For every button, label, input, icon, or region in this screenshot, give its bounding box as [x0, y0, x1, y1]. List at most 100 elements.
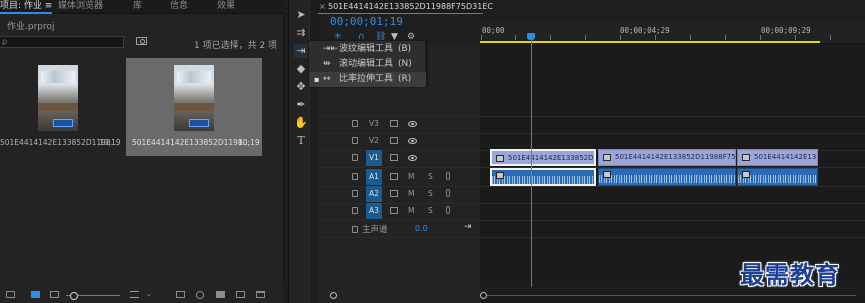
search-input[interactable]: ρ	[0, 36, 124, 48]
ripple-edit-icon: ⇥⇤	[323, 44, 339, 54]
track-name[interactable]: V3	[366, 116, 382, 132]
tab-libraries[interactable]: 库	[133, 0, 142, 14]
sequence-name: 501E4414142E133852D11988F75D31EC	[328, 2, 493, 11]
lock-icon[interactable]	[352, 190, 358, 197]
lock-icon[interactable]	[352, 173, 358, 180]
sync-lock-icon[interactable]	[390, 154, 398, 161]
menu-item-shortcut: (R)	[398, 74, 412, 84]
icon-view-icon[interactable]	[50, 291, 59, 298]
master-track-label: 主声道	[362, 225, 388, 235]
tab-media-browser[interactable]: 媒体浏览器	[58, 0, 103, 14]
track-v2: V2	[318, 133, 480, 150]
track-name[interactable]: V2	[366, 133, 382, 149]
tab-project[interactable]: 项目: 作业 ≡	[0, 0, 53, 14]
eye-icon[interactable]	[408, 138, 417, 144]
track-select-tool-icon[interactable]: ⇉	[294, 26, 308, 40]
lock-icon[interactable]	[352, 226, 358, 233]
sync-lock-icon[interactable]	[390, 173, 398, 180]
ripple-edit-tool-icon[interactable]: ⇥	[294, 44, 308, 58]
fx-badge-icon	[603, 171, 611, 178]
solo-button[interactable]: S	[428, 172, 433, 181]
microphone-icon[interactable]	[446, 206, 450, 214]
project-item-duration: 10;19	[238, 138, 260, 147]
track-v1: V1	[318, 150, 480, 167]
lock-icon[interactable]	[6, 291, 15, 298]
audio-waveform	[492, 176, 594, 184]
lock-icon[interactable]	[352, 207, 358, 214]
time-ruler[interactable]: 00;00 00;00;04;29 00;00;09;29	[480, 22, 865, 44]
playhead-line[interactable]	[531, 36, 532, 287]
menu-item-rate-stretch-tool[interactable]: ▪ ↔ 比率拉伸工具 (R)	[309, 72, 426, 87]
mute-button[interactable]: M	[408, 206, 414, 215]
sort-icon[interactable]	[130, 291, 139, 298]
zoom-slider[interactable]	[66, 292, 120, 300]
solo-button[interactable]: S	[428, 189, 433, 198]
chevron-down-icon[interactable]: ⌄	[146, 290, 152, 298]
sync-lock-icon[interactable]	[390, 207, 398, 214]
sync-lock-icon[interactable]	[390, 190, 398, 197]
video-clip[interactable]: 501E4414142E133852D11988	[490, 149, 596, 166]
tab-info[interactable]: 信息	[170, 0, 188, 14]
mute-button[interactable]: M	[408, 172, 414, 181]
sync-lock-icon[interactable]	[390, 120, 398, 127]
project-item[interactable]: 501E4414142E133852D1198... 10;19	[0, 58, 121, 156]
project-item-name: 501E4414142E133852D1198...	[132, 138, 250, 147]
audio-clip[interactable]	[490, 168, 596, 186]
video-clip[interactable]: 501E4414142E133852	[737, 149, 818, 166]
scroll-handle[interactable]	[330, 292, 337, 299]
track-name[interactable]: V1	[366, 150, 382, 166]
master-volume-value[interactable]: 0.0	[415, 224, 428, 233]
eye-icon[interactable]	[408, 155, 417, 161]
lock-icon[interactable]	[352, 154, 358, 161]
scroll-track[interactable]	[486, 295, 856, 296]
clip-name: 501E4414142E133852D11988F75D31EC	[615, 153, 736, 161]
hand-tool-icon[interactable]: ✋	[294, 116, 308, 130]
razor-tool-icon[interactable]: ◆	[294, 62, 308, 76]
rolling-edit-icon: ⇹	[323, 59, 331, 69]
project-file-name: 作业.prproj	[7, 22, 55, 32]
audio-clip[interactable]	[737, 168, 818, 186]
selection-tool-icon[interactable]: ➤	[294, 8, 308, 22]
menu-item-label: 滚动编辑工具	[339, 59, 394, 69]
mute-button[interactable]: M	[408, 189, 414, 198]
tab-effects[interactable]: 效果	[217, 0, 235, 14]
sync-lock-icon[interactable]	[390, 137, 398, 144]
sequence-tab[interactable]: × 501E4414142E133852D11988F75D31EC	[318, 0, 493, 14]
list-view-icon[interactable]	[31, 291, 40, 298]
playhead-handle[interactable]	[527, 33, 535, 40]
clip-thumbnail	[174, 65, 214, 131]
timeline-horizontal-scrollbar[interactable]	[480, 289, 865, 303]
track-a3: A3 M S	[318, 203, 480, 220]
video-clip[interactable]: 501E4414142E133852D11988F75D31EC	[598, 149, 736, 166]
project-item-selected[interactable]: 501E4414142E133852D1198... 10;19	[126, 58, 262, 156]
fx-badge-icon	[603, 154, 611, 161]
track-name[interactable]: A2	[366, 186, 382, 202]
track-a2: A2 M S	[318, 186, 480, 203]
new-bin-icon[interactable]	[216, 291, 225, 298]
new-search-bin-icon[interactable]	[136, 37, 147, 45]
project-panel-tabs: 项目: 作业 ≡ 媒体浏览器 库 信息 效果	[0, 0, 284, 14]
find-icon[interactable]	[196, 291, 204, 299]
playhead-timecode[interactable]: 00;00;01;19	[330, 15, 403, 28]
lock-icon[interactable]	[352, 120, 358, 127]
automate-to-sequence-icon[interactable]	[176, 291, 185, 298]
lock-icon[interactable]	[352, 137, 358, 144]
microphone-icon[interactable]	[446, 172, 450, 180]
trash-icon[interactable]	[256, 291, 265, 298]
menu-item-ripple-edit-tool[interactable]: ⇥⇤ 波纹编辑工具 (B)	[309, 42, 426, 57]
close-icon[interactable]: ×	[319, 0, 326, 13]
audio-clip[interactable]	[598, 168, 736, 186]
pen-tool-icon[interactable]: ✒	[294, 98, 308, 112]
new-item-icon[interactable]	[236, 291, 245, 298]
solo-button[interactable]: S	[428, 206, 433, 215]
track-name[interactable]: A3	[366, 203, 382, 219]
menu-item-shortcut: (N)	[398, 59, 412, 69]
slip-tool-icon[interactable]: ✥	[294, 80, 308, 94]
eye-icon[interactable]	[408, 121, 417, 127]
menu-item-rolling-edit-tool[interactable]: ⇹ 滚动编辑工具 (N)	[309, 57, 426, 72]
type-tool-icon[interactable]: T	[294, 134, 308, 148]
track-name[interactable]: A1	[366, 169, 382, 185]
go-to-end-icon[interactable]: ⇥	[464, 222, 472, 232]
scroll-handle-left[interactable]	[480, 292, 487, 299]
microphone-icon[interactable]	[446, 189, 450, 197]
